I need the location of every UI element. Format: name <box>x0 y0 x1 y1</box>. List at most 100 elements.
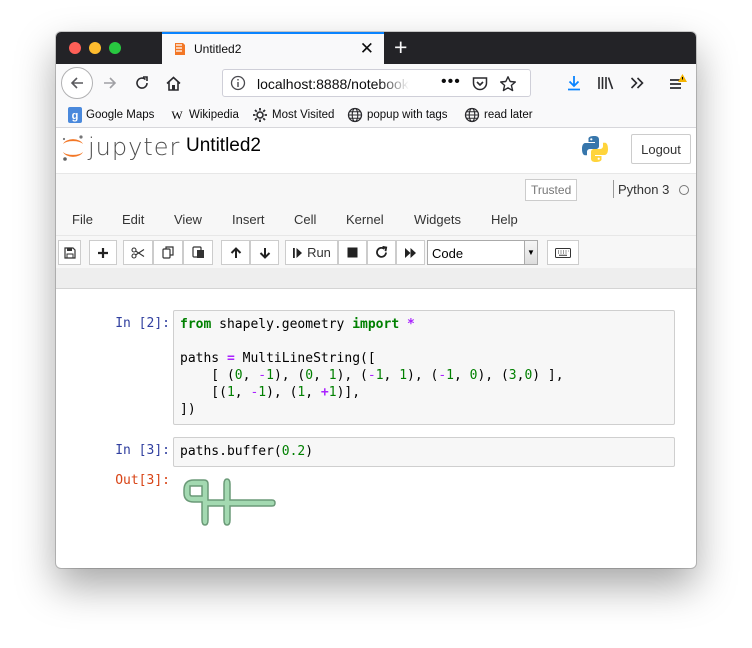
code-line: from shapely.geometry import * <box>180 317 415 332</box>
notebook-favicon-icon <box>175 43 185 55</box>
restart-kernel-button[interactable] <box>367 240 396 265</box>
back-button[interactable] <box>61 67 93 99</box>
gear-icon <box>253 108 267 122</box>
minimize-window-button[interactable] <box>89 42 101 54</box>
svg-text:W: W <box>171 108 183 122</box>
google-maps-icon: g <box>68 107 82 123</box>
code-cell-input[interactable]: paths.buffer(0.2) <box>173 437 675 467</box>
download-icon <box>568 76 580 91</box>
cell-output-prompt: Out[3]: <box>115 473 170 488</box>
downloads-button[interactable] <box>559 68 589 98</box>
tab-title: Untitled2 <box>194 42 242 56</box>
bookmark-label: Most Visited <box>272 109 335 121</box>
move-down-button[interactable] <box>250 240 279 265</box>
new-tab-button[interactable]: + <box>394 35 407 59</box>
cell-type-select[interactable]: Code ▼ <box>427 240 538 265</box>
bookmark-label: popup with tags <box>367 109 448 121</box>
tab-bar: Untitled2 ✕ + <box>56 32 696 64</box>
cell-type-value: Code <box>432 246 464 261</box>
interrupt-kernel-button[interactable] <box>338 240 367 265</box>
copy-button[interactable] <box>153 240 183 265</box>
page-actions-icon[interactable]: ••• <box>441 73 461 91</box>
site-info-icon[interactable] <box>230 75 246 91</box>
menu-widgets[interactable]: Widgets <box>414 212 461 227</box>
bookmarks-toolbar: g Google Maps W Wikipedia Most Visited p… <box>56 102 696 128</box>
browser-window: Untitled2 ✕ + localhost:8888/notebook ••… <box>56 32 696 568</box>
save-button[interactable] <box>58 240 81 265</box>
menu-edit[interactable]: Edit <box>122 212 144 227</box>
paste-icon <box>191 246 204 258</box>
arrow-down-icon <box>259 247 270 259</box>
bookmark-wikipedia[interactable]: W Wikipedia <box>169 106 239 124</box>
hamburger-menu-icon <box>670 74 687 89</box>
menu-cell[interactable]: Cell <box>294 212 316 227</box>
copy-icon <box>161 246 174 259</box>
home-button[interactable] <box>158 68 188 98</box>
notebook-name[interactable]: Untitled2 <box>186 135 261 157</box>
forward-arrow-icon <box>104 77 117 89</box>
run-button[interactable]: Run <box>285 240 338 265</box>
wikipedia-icon: W <box>171 108 183 122</box>
notebook-top-shadow <box>56 268 696 289</box>
bookmark-read-later[interactable]: read later <box>464 106 533 124</box>
back-arrow-icon <box>70 77 83 89</box>
pocket-icon[interactable] <box>471 75 489 93</box>
url-text[interactable]: localhost:8888/notebooks/Untitled2.ipynb <box>257 76 409 92</box>
scissors-icon <box>131 246 145 259</box>
library-button[interactable] <box>591 68 621 98</box>
app-menu-button[interactable] <box>662 68 692 98</box>
cut-button[interactable] <box>123 240 153 265</box>
reload-button[interactable] <box>127 68 157 98</box>
cell-input-prompt: In [3]: <box>115 443 170 458</box>
logout-label: Logout <box>641 141 681 157</box>
python-logo-icon <box>582 136 608 162</box>
forward-button[interactable] <box>95 68 125 98</box>
jupyter-logo-icon[interactable] <box>60 133 86 163</box>
menu-insert[interactable]: Insert <box>232 212 265 227</box>
kernel-separator <box>613 180 614 198</box>
move-up-button[interactable] <box>221 240 250 265</box>
logout-button[interactable]: Logout <box>631 134 691 164</box>
close-tab-icon[interactable]: ✕ <box>360 39 374 59</box>
command-palette-button[interactable] <box>547 240 579 265</box>
tab-untitled2[interactable]: Untitled2 ✕ <box>162 32 384 64</box>
svg-text:g: g <box>72 110 79 122</box>
restart-run-all-button[interactable] <box>396 240 425 265</box>
bookmark-popup-with-tags[interactable]: popup with tags <box>347 106 448 124</box>
bookmark-label: Google Maps <box>86 109 155 121</box>
zoom-window-button[interactable] <box>109 42 121 54</box>
menu-file[interactable]: File <box>72 212 93 227</box>
menu-kernel[interactable]: Kernel <box>346 212 384 227</box>
globe-icon <box>347 107 363 123</box>
jupyter-wordmark[interactable]: jupyter <box>88 133 180 161</box>
bookmark-label: Wikipedia <box>189 109 239 121</box>
url-bar[interactable]: localhost:8888/notebooks/Untitled2.ipynb… <box>222 69 531 97</box>
menu-bar: File Edit View Insert Cell Kernel Widget… <box>56 207 696 233</box>
home-icon <box>165 75 181 91</box>
overflow-menu-button[interactable] <box>622 68 652 98</box>
cell-input-prompt: In [2]: <box>115 316 170 331</box>
trusted-indicator[interactable]: Trusted <box>525 179 578 201</box>
chevron-double-right-icon <box>630 77 644 89</box>
buffered-geometry-output <box>183 478 276 526</box>
bookmark-label: read later <box>484 109 533 121</box>
paste-button[interactable] <box>183 240 213 265</box>
insert-cell-button[interactable] <box>89 240 117 265</box>
code-cell-input[interactable]: from shapely.geometry import * paths = M… <box>173 310 675 425</box>
code-editor[interactable]: paths.buffer(0.2) <box>180 443 313 460</box>
run-label: Run <box>307 245 331 260</box>
plus-icon <box>98 247 108 258</box>
jupyter-header: jupyter Untitled2 Logout <box>56 129 696 173</box>
reload-icon <box>136 76 148 89</box>
navigation-bar: localhost:8888/notebooks/Untitled2.ipynb… <box>56 64 696 102</box>
bookmark-google-maps[interactable]: g Google Maps <box>68 106 154 124</box>
close-window-button[interactable] <box>69 42 81 54</box>
fast-forward-icon <box>405 247 416 258</box>
bookmark-most-visited[interactable]: Most Visited <box>252 106 334 124</box>
code-editor[interactable]: from shapely.geometry import * paths = M… <box>180 316 564 418</box>
menu-view[interactable]: View <box>174 212 202 227</box>
kernel-name[interactable]: Python 3 <box>618 182 669 197</box>
menu-help[interactable]: Help <box>491 212 518 227</box>
bookmark-star-icon[interactable] <box>499 75 517 93</box>
notebook-menu-area: Trusted Python 3 File Edit View Insert C… <box>56 173 696 268</box>
